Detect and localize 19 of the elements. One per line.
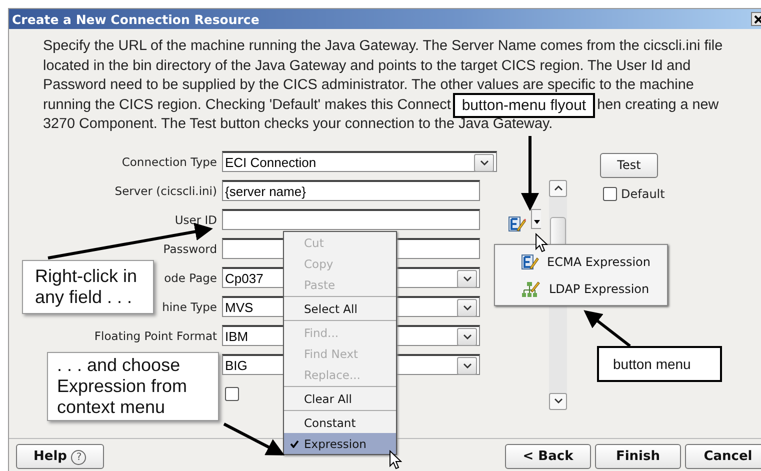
description-text: hen creating a new xyxy=(597,96,719,114)
field-label: hine Type xyxy=(162,300,217,314)
description-text: 3270 Component. The Test button checks your connection to the Java Gateway. xyxy=(43,115,553,134)
description-text: Password need to be supplied by the CICS administrator. The other values are specific to the machine xyxy=(43,76,694,95)
checkbox-label: Default xyxy=(621,186,665,200)
callout-label: button menu xyxy=(597,346,722,382)
field-label: User ID xyxy=(174,212,217,226)
callout-label: Right-click in any field . . . xyxy=(22,260,154,314)
field-label: Password xyxy=(163,242,217,256)
description-text: located in the bin directory of the Java Gateway and points to the target CICS region. The User Id and xyxy=(43,56,691,76)
description-text: Specify the URL of the machine running the Java Gateway. The Server Name comes from the cicscli.ini file xyxy=(43,37,723,56)
field-label: Server (cicscli.ini) xyxy=(114,184,217,198)
callout-label: . . . and choose Expression from context menu xyxy=(47,352,219,421)
field-label: ode Page xyxy=(164,270,217,284)
description-text: running the CICS region. Checking 'Default' makes this Connect xyxy=(43,96,451,114)
field-label: Floating Point Format xyxy=(94,328,217,342)
window-title: Create a New Connection Resource xyxy=(11,12,260,26)
field-label: Connection Type xyxy=(122,154,217,168)
callout-label: button-menu flyout xyxy=(452,92,596,118)
